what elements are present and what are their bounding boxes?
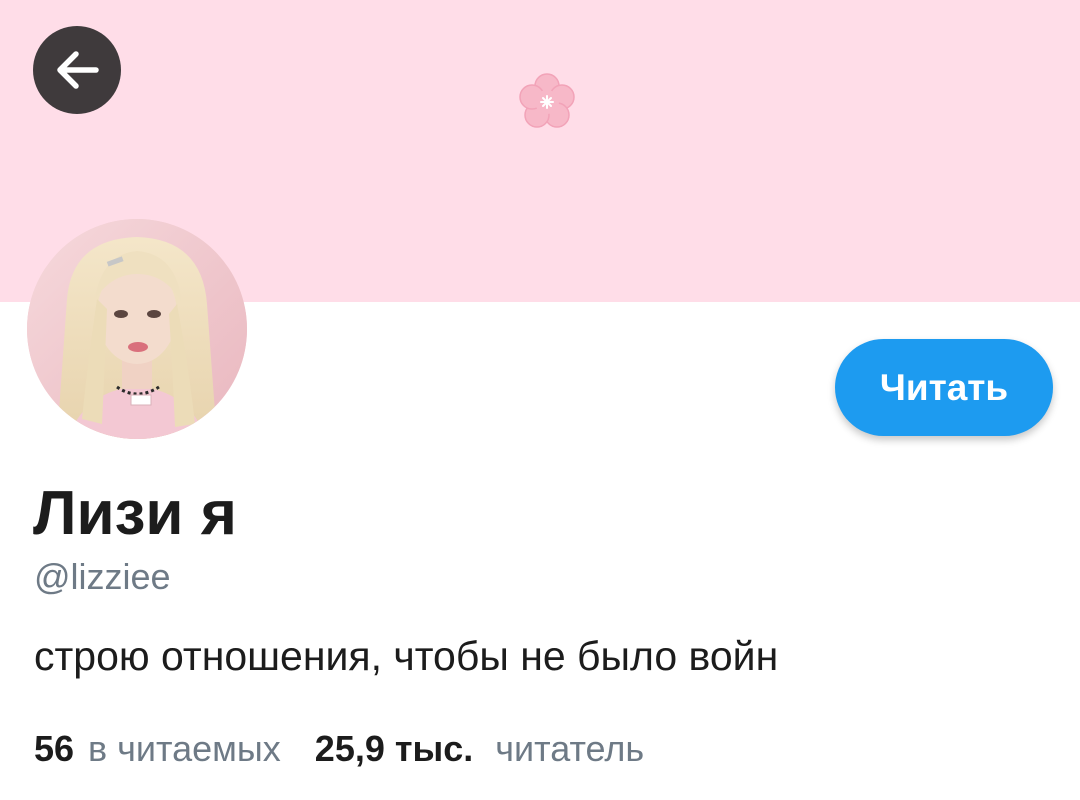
followers-label: читатель [495,728,645,769]
arrow-left-icon [57,51,99,89]
profile-stats: 56 в читаемых 25,9 тыс. читатель [34,731,644,767]
profile-bio: строю отношения, чтобы не было войн [34,633,779,679]
following-label: в читаемых [88,728,281,769]
followers-stat[interactable]: 25,9 тыс. читатель [315,731,644,767]
follow-button[interactable]: Читать [835,339,1053,436]
followers-count: 25,9 тыс. [314,728,474,769]
username-handle: @lizziee [34,556,171,597]
avatar[interactable] [27,219,247,439]
following-stat[interactable]: 56 в читаемых [34,731,281,767]
profile-page: Читать Лизи я @lizziee строю отношения, … [0,0,1080,800]
display-name: Лизи я [33,479,237,548]
sakura-flower-icon [519,73,575,128]
back-button[interactable] [33,26,121,114]
following-count: 56 [34,728,75,769]
avatar-photo [27,219,247,439]
